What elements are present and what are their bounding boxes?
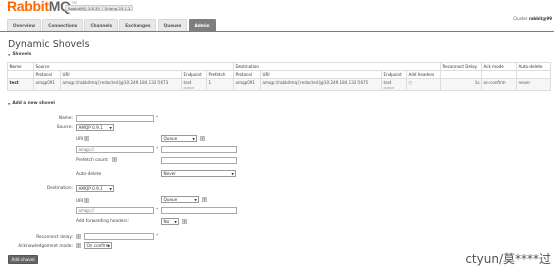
chevron-down-icon: ▼ bbox=[231, 172, 234, 176]
watermark: ctyun/莫****过 bbox=[465, 252, 551, 266]
auto-delete-select[interactable]: Never ▼ bbox=[161, 170, 236, 177]
source-label: Source: bbox=[56, 125, 73, 130]
required-star: * bbox=[156, 207, 159, 212]
destination-protocol-select[interactable]: AMQP 0.9.1 ▼ bbox=[76, 185, 114, 192]
ack-mode-value: On confirm bbox=[86, 243, 110, 248]
chevron-down-icon: ▼ bbox=[107, 244, 110, 248]
required-star: * bbox=[156, 233, 159, 238]
destination-uri-input[interactable]: amqp:// bbox=[76, 207, 154, 214]
help-icon[interactable]: ? bbox=[112, 157, 117, 163]
source-protocol-select[interactable]: AMQP 0.9.1 ▼ bbox=[76, 124, 114, 131]
help-icon[interactable]: ? bbox=[76, 234, 81, 240]
add-shovel-button[interactable]: Add shovel bbox=[8, 255, 38, 264]
source-endpoint-type-value: Queue bbox=[163, 136, 178, 141]
add-forwarding-headers-value: No bbox=[163, 219, 170, 224]
prefetch-label: Prefetch count: bbox=[76, 158, 109, 163]
reconnect-delay-label: Reconnect delay: bbox=[36, 235, 73, 240]
chevron-down-icon: ▼ bbox=[174, 220, 177, 224]
help-icon[interactable]: ? bbox=[84, 198, 89, 204]
required-star: * bbox=[156, 146, 159, 151]
help-icon[interactable]: ? bbox=[202, 197, 207, 203]
auto-delete-value: Never bbox=[163, 171, 177, 176]
add-forwarding-headers-label: Add forwarding headers: bbox=[76, 219, 129, 224]
required-star: * bbox=[156, 115, 159, 120]
destination-endpoint-type-select[interactable]: Queue ▼ bbox=[161, 196, 199, 203]
name-label: Name: bbox=[58, 116, 73, 121]
ack-mode-select[interactable]: On confirm ▼ bbox=[84, 242, 112, 249]
ack-mode-label: Acknowledgement mode: bbox=[18, 244, 73, 249]
destination-endpoint-input[interactable] bbox=[161, 207, 237, 214]
add-forwarding-headers-select[interactable]: No ▼ bbox=[161, 218, 179, 225]
auto-delete-label: Auto-delete bbox=[76, 172, 102, 177]
chevron-down-icon: ▼ bbox=[194, 198, 197, 202]
help-icon[interactable]: ? bbox=[84, 136, 89, 142]
source-endpoint-input[interactable] bbox=[161, 146, 237, 153]
reconnect-delay-input[interactable] bbox=[84, 233, 154, 240]
destination-endpoint-type-value: Queue bbox=[163, 197, 178, 202]
source-uri-input[interactable]: amqp:// bbox=[76, 146, 154, 153]
prefetch-input[interactable] bbox=[161, 157, 237, 164]
source-protocol-value: AMQP 0.9.1 bbox=[78, 125, 103, 130]
chevron-down-icon: ▼ bbox=[109, 187, 112, 191]
chevron-down-icon: ▼ bbox=[109, 126, 112, 130]
help-icon[interactable]: ? bbox=[200, 136, 205, 142]
chevron-down-icon: ▼ bbox=[192, 137, 195, 141]
help-icon[interactable]: ? bbox=[182, 219, 187, 225]
add-shovel-form: Name: * Source: AMQP 0.9.1 ▼ URI: ? Queue… bbox=[0, 0, 554, 270]
help-icon[interactable]: ? bbox=[76, 243, 81, 249]
destination-protocol-value: AMQP 0.9.1 bbox=[78, 186, 103, 191]
source-endpoint-type-select[interactable]: Queue ▼ bbox=[161, 135, 197, 142]
destination-label: Destination: bbox=[46, 186, 73, 191]
name-input[interactable] bbox=[76, 115, 154, 122]
